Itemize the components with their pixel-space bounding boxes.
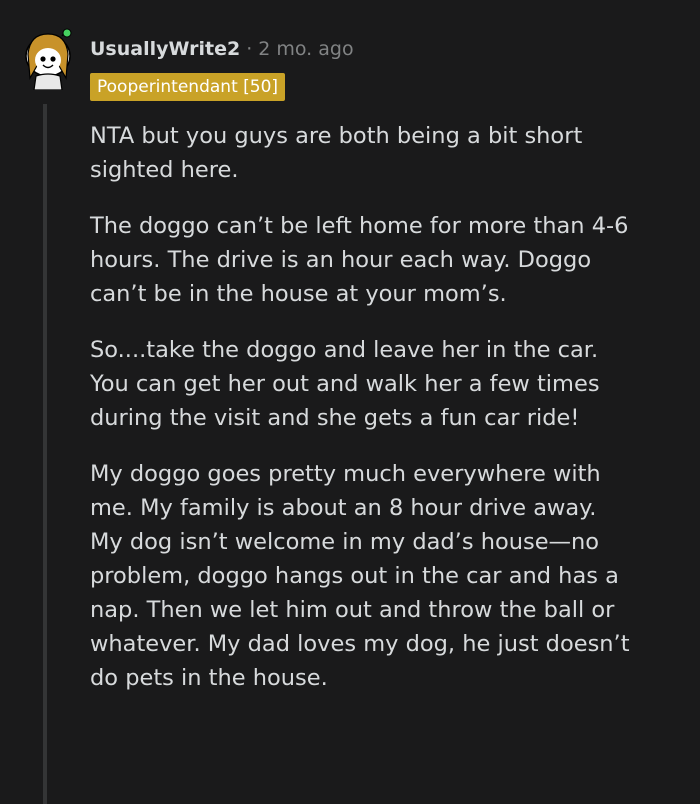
comment-line: The doggo can’t be left home for more th… — [90, 213, 629, 239]
comment-line: sighted here. — [90, 157, 239, 183]
comment-line: So....take the doggo and leave her in th… — [90, 337, 599, 363]
comment-line: do pets in the house. — [90, 665, 328, 691]
comment-paragraph: NTA but you guys are both being a bit sh… — [90, 119, 690, 187]
user-flair: Pooperintendant [50] — [90, 73, 286, 101]
comment-paragraph: The doggo can’t be left home for more th… — [90, 209, 690, 311]
comment: UsuallyWrite2 · 2 mo. ago Pooperintendan… — [0, 0, 700, 804]
comment-line: during the visit and she gets a fun car … — [90, 405, 580, 431]
comment-line: You can get her out and walk her a few t… — [90, 371, 600, 397]
snoo-avatar-icon[interactable] — [22, 28, 74, 90]
comment-paragraph: My doggo goes pretty much everywhere wit… — [90, 457, 690, 695]
comment-line: NTA but you guys are both being a bit sh… — [90, 123, 583, 149]
comment-line: me. My family is about an 8 hour drive a… — [90, 495, 597, 521]
comment-paragraph: So....take the doggo and leave her in th… — [90, 333, 690, 435]
separator-dot: · — [246, 38, 253, 60]
comment-line: My dog isn’t welcome in my dad’s house—n… — [90, 529, 600, 555]
username[interactable]: UsuallyWrite2 — [90, 38, 240, 60]
thread-line[interactable] — [43, 104, 47, 804]
timestamp[interactable]: 2 mo. ago — [258, 38, 353, 60]
comment-body: NTA but you guys are both being a bit sh… — [90, 119, 690, 717]
comment-line: nap. Then we let him out and throw the b… — [90, 597, 615, 623]
comment-line: can’t be in the house at your mom’s. — [90, 281, 507, 307]
comment-line: problem, doggo hangs out in the car and … — [90, 563, 619, 589]
comment-header: UsuallyWrite2 · 2 mo. ago — [90, 35, 354, 63]
comment-line: whatever. My dad loves my dog, he just d… — [90, 631, 630, 657]
comment-line: hours. The drive is an hour each way. Do… — [90, 247, 592, 273]
comment-line: My doggo goes pretty much everywhere wit… — [90, 461, 601, 487]
